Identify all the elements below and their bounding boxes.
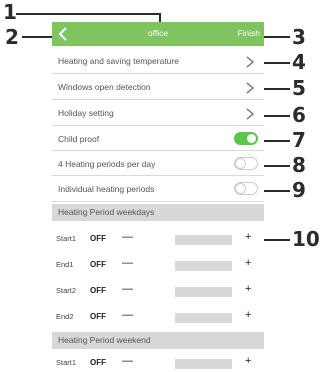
section-header-weekdays: Heating Period weekdays — [52, 204, 264, 221]
plus-button[interactable]: + — [245, 283, 251, 295]
callout-4: 4 — [292, 50, 306, 74]
callout-5-line — [262, 88, 290, 90]
page-title: office — [147, 28, 169, 38]
period-row-end2: End2 OFF — + — [52, 304, 264, 330]
callout-7-line — [262, 140, 290, 142]
callout-8-line — [262, 165, 290, 167]
plus-button[interactable]: + — [245, 309, 251, 321]
period-row-start1: Start1 OFF — + — [52, 226, 264, 252]
toggle-knob — [246, 133, 257, 144]
menu-item-label: Heating and saving temperature — [58, 56, 179, 66]
phone-screen: office Finish Heating and saving tempera… — [52, 22, 264, 372]
minus-button[interactable]: — — [122, 257, 133, 269]
top-bar: office Finish — [52, 22, 264, 46]
period-slider[interactable] — [175, 235, 232, 245]
plus-button[interactable]: + — [245, 231, 251, 243]
period-value: OFF — [90, 358, 106, 367]
period-label: Start2 — [56, 286, 77, 295]
menu-item-holiday[interactable]: Holiday setting — [52, 100, 264, 126]
minus-button[interactable]: — — [122, 355, 133, 367]
period-slider[interactable] — [175, 359, 232, 369]
toggle-knob — [235, 158, 246, 169]
callout-8: 8 — [292, 153, 306, 177]
period-label: Start1 — [56, 234, 77, 243]
period-row-weekend-start1: Start1 OFF — + — [52, 350, 264, 372]
callout-10: 10 — [292, 227, 320, 251]
period-label: Start1 — [56, 358, 77, 367]
callout-9-line — [262, 190, 290, 192]
period-value: OFF — [90, 260, 106, 269]
plus-button[interactable]: + — [245, 355, 251, 367]
toggle-label: 4 Heating periods per day — [58, 159, 156, 169]
section-title: Heating Period weekdays — [58, 207, 155, 217]
four-periods-toggle[interactable] — [234, 157, 258, 170]
chevron-right-icon — [246, 81, 254, 94]
period-label: End2 — [56, 312, 74, 321]
period-row-start2: Start2 OFF — + — [52, 278, 264, 304]
minus-button[interactable]: — — [122, 309, 133, 321]
toggle-row-individual: Individual heating periods — [52, 176, 264, 202]
section-header-weekend: Heating Period weekend — [52, 332, 264, 349]
toggle-row-4-periods: 4 Heating periods per day — [52, 151, 264, 176]
callout-7: 7 — [292, 128, 306, 152]
period-row-end1: End1 OFF — + — [52, 252, 264, 278]
finish-button[interactable]: Finish — [237, 28, 260, 38]
period-slider[interactable] — [175, 261, 232, 271]
toggle-row-child-proof: Child proof — [52, 126, 264, 151]
callout-4-line — [262, 62, 290, 64]
callout-6: 6 — [292, 103, 306, 127]
callout-9: 9 — [292, 178, 306, 202]
period-value: OFF — [90, 312, 106, 321]
callout-1-line — [16, 13, 161, 15]
chevron-right-icon — [246, 107, 254, 120]
period-label: End1 — [56, 260, 74, 269]
callout-5: 5 — [292, 76, 306, 100]
menu-item-label: Windows open detection — [58, 82, 151, 92]
callout-3: 3 — [292, 25, 306, 49]
plus-button[interactable]: + — [245, 257, 251, 269]
toggle-label: Individual heating periods — [58, 184, 155, 194]
section-title: Heating Period weekend — [58, 335, 151, 345]
toggle-knob — [235, 183, 246, 194]
minus-button[interactable]: — — [122, 283, 133, 295]
individual-periods-toggle[interactable] — [234, 182, 258, 195]
chevron-right-icon — [246, 55, 254, 68]
menu-item-label: Holiday setting — [58, 108, 114, 118]
period-value: OFF — [90, 286, 106, 295]
menu-item-windows-open[interactable]: Windows open detection — [52, 74, 264, 100]
period-slider[interactable] — [175, 287, 232, 297]
callout-2: 2 — [5, 25, 19, 49]
period-value: OFF — [90, 234, 106, 243]
toggle-label: Child proof — [58, 134, 100, 144]
menu-item-heating-saving[interactable]: Heating and saving temperature — [52, 48, 264, 74]
callout-6-line — [262, 115, 290, 117]
child-proof-toggle[interactable] — [234, 132, 258, 145]
minus-button[interactable]: — — [122, 231, 133, 243]
callout-1: 1 — [3, 0, 17, 24]
period-slider[interactable] — [175, 313, 232, 323]
